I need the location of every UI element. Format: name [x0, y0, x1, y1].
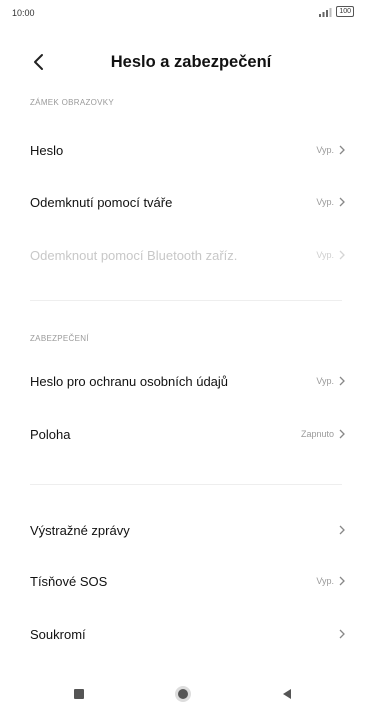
chevron-right-icon — [339, 250, 345, 260]
home-button[interactable] — [168, 679, 198, 709]
recent-apps-button[interactable] — [64, 679, 94, 709]
chevron-right-icon — [339, 629, 345, 639]
settings-row-bluetooth-unlock: Odemknout pomocí Bluetooth zaříz. Vyp. — [0, 233, 366, 277]
settings-row-location[interactable]: Poloha Zapnuto — [0, 412, 366, 456]
status-bar: 10:00 100 — [0, 0, 366, 30]
settings-row-emergency-sos[interactable]: Tísňové SOS Vyp. — [0, 559, 366, 603]
row-value: Vyp. — [316, 197, 334, 207]
row-label: Odemknout pomocí Bluetooth zaříz. — [30, 247, 238, 263]
divider — [30, 484, 342, 485]
settings-row-privacy[interactable]: Soukromí — [0, 612, 366, 656]
settings-row-face-unlock[interactable]: Odemknutí pomocí tváře Vyp. — [0, 180, 366, 224]
chevron-right-icon — [339, 376, 345, 386]
row-label: Tísňové SOS — [30, 573, 108, 589]
section-header-security: ZABEZPEČENÍ — [30, 334, 89, 343]
recent-apps-icon — [74, 689, 84, 699]
row-label: Soukromí — [30, 626, 86, 642]
header: Heslo a zabezpečení — [0, 44, 366, 80]
divider — [30, 300, 342, 301]
row-value: Vyp. — [316, 376, 334, 386]
row-value: Vyp. — [316, 145, 334, 155]
navigation-bar — [0, 666, 366, 722]
row-label: Odemknutí pomocí tváře — [30, 194, 173, 210]
status-time: 10:00 — [12, 8, 35, 18]
page-title: Heslo a zabezpečení — [110, 53, 272, 71]
row-value: Vyp. — [316, 250, 334, 260]
row-label: Heslo — [30, 142, 64, 158]
chevron-right-icon — [339, 576, 345, 586]
row-label: Výstražné zprávy — [30, 522, 130, 538]
row-value: Zapnuto — [300, 429, 334, 439]
signal-icon — [319, 7, 332, 17]
chevron-right-icon — [339, 197, 345, 207]
status-icons: 100 — [318, 6, 354, 17]
row-label: Poloha — [30, 426, 71, 442]
chevron-right-icon — [339, 429, 345, 439]
settings-row-password[interactable]: Heslo Vyp. — [0, 128, 366, 172]
chevron-right-icon — [339, 145, 345, 155]
section-header-screen-lock: ZÁMEK OBRAZOVKY — [30, 98, 115, 107]
back-icon — [283, 689, 291, 699]
row-value: Vyp. — [316, 576, 334, 586]
home-icon — [175, 686, 191, 702]
row-label: Heslo pro ochranu osobních údajů — [30, 373, 229, 389]
battery-icon: 100 — [336, 6, 354, 17]
chevron-right-icon — [339, 525, 345, 535]
nav-back-button[interactable] — [272, 679, 302, 709]
settings-row-warning-messages[interactable]: Výstražné zprávy — [0, 508, 366, 552]
settings-row-privacy-password[interactable]: Heslo pro ochranu osobních údajů Vyp. — [0, 359, 366, 403]
